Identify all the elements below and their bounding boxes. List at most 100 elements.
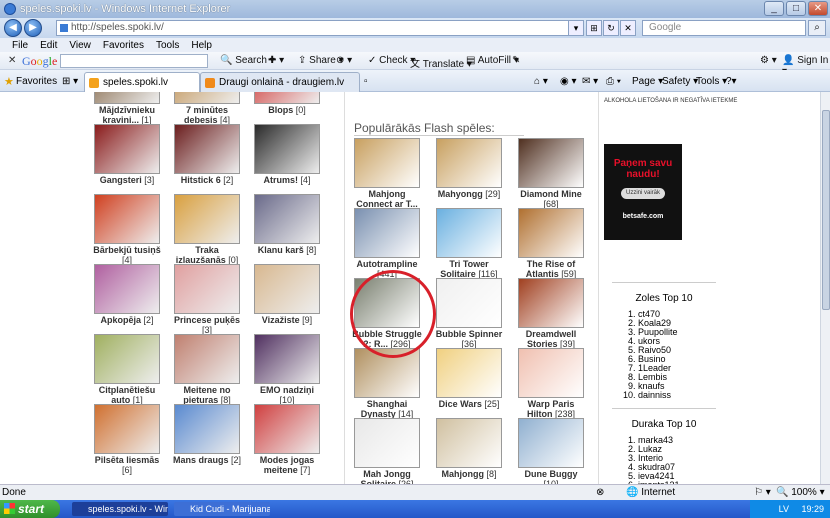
game-label[interactable]: Atrums! [4] <box>252 175 322 185</box>
game-thumbnail[interactable] <box>254 404 320 454</box>
game-label[interactable]: Mājdzīvnieku kravini... [1] <box>92 105 162 125</box>
search-input[interactable]: Google <box>642 20 806 36</box>
game-thumbnail[interactable] <box>254 194 320 244</box>
game-label[interactable]: Mah Jongg Solitaire [26] <box>352 469 422 484</box>
bookmark-plus-icon[interactable]: ✚ ▾ <box>268 55 284 66</box>
popular-game-tile[interactable]: The Rise of Atlantis [59] <box>516 208 586 279</box>
game-label[interactable]: Warp Paris Hilton [238] <box>516 399 586 419</box>
game-label[interactable]: Citplanētiešu auto [1] <box>92 385 162 405</box>
game-tile[interactable]: Bārbekjū tusiņš [4] <box>92 194 162 265</box>
game-label[interactable]: EMO nadziņi [10] <box>252 385 322 405</box>
tab-speles[interactable]: speles.spoki.lv <box>84 72 200 92</box>
safety-menu[interactable]: Safety ▾ <box>662 76 698 87</box>
betsafe-ad[interactable]: Paņem savu naudu! Uzzini vairāk betsafe.… <box>604 144 682 240</box>
game-thumbnail[interactable] <box>254 92 320 104</box>
task-ie[interactable]: speles.spoki.lv - Wind... <box>72 502 168 516</box>
game-label[interactable]: Gangsteri [3] <box>92 175 162 185</box>
game-thumbnail[interactable] <box>436 138 502 188</box>
menu-file[interactable]: File <box>12 40 28 51</box>
menu-edit[interactable]: Edit <box>40 40 57 51</box>
game-thumbnail[interactable] <box>354 138 420 188</box>
game-tile[interactable]: Princese puķēs [3] <box>172 264 242 335</box>
tab-draugiem[interactable]: Draugi onlainā - draugiem.lv <box>200 72 360 92</box>
game-label[interactable]: Traka izlauzšanās [0] <box>172 245 242 265</box>
popular-game-tile[interactable]: Dune Buggy [10] <box>516 418 586 484</box>
wrench-icon[interactable]: ⚙ ▾ <box>760 55 777 66</box>
google-search-input[interactable] <box>60 54 208 68</box>
popup-blocker-icon[interactable]: ⊘ ▾ <box>336 55 352 66</box>
game-label[interactable]: Mahjong Connect ar T... <box>352 189 422 209</box>
refresh-icon[interactable]: ↻ <box>603 20 619 36</box>
language-indicator[interactable]: LV <box>779 504 789 514</box>
game-thumbnail[interactable] <box>518 138 584 188</box>
game-tile[interactable]: Hitstick 6 [2] <box>172 124 242 185</box>
game-thumbnail[interactable] <box>354 418 420 468</box>
game-thumbnail[interactable] <box>254 264 320 314</box>
popular-game-tile[interactable]: Mahyongg [29] <box>434 138 504 199</box>
game-thumbnail[interactable] <box>174 264 240 314</box>
game-thumbnail[interactable] <box>174 334 240 384</box>
game-thumbnail[interactable] <box>436 208 502 258</box>
back-button[interactable]: ◀ <box>4 19 22 37</box>
game-label[interactable]: Mahyongg [29] <box>434 189 504 199</box>
game-thumbnail[interactable] <box>94 92 160 104</box>
game-label[interactable]: Dice Wars [25] <box>434 399 504 409</box>
zoom-level[interactable]: 🔍 100% ▾ <box>776 487 825 498</box>
menu-help[interactable]: Help <box>191 40 212 51</box>
close-button[interactable]: ✕ <box>808 1 828 16</box>
game-thumbnail[interactable] <box>254 334 320 384</box>
game-thumbnail[interactable] <box>94 124 160 174</box>
popular-game-tile[interactable]: Mahjong Connect ar T... <box>352 138 422 209</box>
google-search-button[interactable]: 🔍 Search ▾ <box>220 55 275 66</box>
minimize-button[interactable]: _ <box>764 1 784 16</box>
task-media[interactable]: Kid Cudi - Marijuana.... <box>174 502 270 516</box>
game-thumbnail[interactable] <box>174 194 240 244</box>
game-thumbnail[interactable] <box>436 348 502 398</box>
start-button[interactable]: start <box>0 500 60 518</box>
game-label[interactable]: Bubble Spinner [36] <box>434 329 504 349</box>
game-thumbnail[interactable] <box>94 194 160 244</box>
forward-button[interactable]: ▶ <box>24 19 42 37</box>
home-icon[interactable]: ⌂ ▾ <box>534 76 548 87</box>
popular-game-tile[interactable]: Dice Wars [25] <box>434 348 504 409</box>
search-icon[interactable]: ⌕ <box>808 20 826 36</box>
game-label[interactable]: Mahjongg [8] <box>434 469 504 479</box>
game-tile[interactable]: Apkopēja [2] <box>92 264 162 325</box>
close-toolbar-icon[interactable]: ✕ <box>8 55 16 66</box>
game-label[interactable]: Tri Tower Solitaire [116] <box>434 259 504 279</box>
game-thumbnail[interactable] <box>354 208 420 258</box>
game-tile[interactable]: EMO nadziņi [10] <box>252 334 322 405</box>
game-thumbnail[interactable] <box>518 208 584 258</box>
game-label[interactable]: Meitene no pieturas [8] <box>172 385 242 405</box>
game-label[interactable]: Blops [0] <box>252 105 322 115</box>
game-label[interactable]: Diamond Mine [68] <box>516 189 586 209</box>
game-tile[interactable]: Gangsteri [3] <box>92 124 162 185</box>
game-tile[interactable]: Modes jogas meitene [7] <box>252 404 322 475</box>
scroll-thumb[interactable] <box>822 110 830 310</box>
game-label[interactable]: The Rise of Atlantis [59] <box>516 259 586 279</box>
game-thumbnail[interactable] <box>94 404 160 454</box>
new-tab-icon[interactable]: ▫ <box>364 76 368 87</box>
game-tile[interactable]: Blops [0] <box>252 92 322 115</box>
game-thumbnail[interactable] <box>174 92 240 104</box>
game-label[interactable]: Modes jogas meitene [7] <box>252 455 322 475</box>
popular-game-tile[interactable]: Mah Jongg Solitaire [26] <box>352 418 422 484</box>
game-tile[interactable]: Pilsēta liesmās [6] <box>92 404 162 475</box>
popular-game-tile[interactable]: Autotrampline [441] <box>352 208 422 279</box>
game-thumbnail[interactable] <box>436 418 502 468</box>
favorites-star-icon[interactable]: ★ <box>4 75 14 88</box>
feeds-icon[interactable]: ◉ ▾ <box>560 76 577 87</box>
popular-game-tile[interactable]: Shanghai Dynasty [14] <box>352 348 422 419</box>
game-thumbnail[interactable] <box>94 264 160 314</box>
game-tile[interactable]: Vizažiste [9] <box>252 264 322 325</box>
page-menu[interactable]: Page ▾ <box>632 76 663 87</box>
game-thumbnail[interactable] <box>518 348 584 398</box>
game-tile[interactable]: 7 minūtes debesis [4] <box>172 92 242 125</box>
print-icon[interactable]: ⎙ ▾ <box>606 76 621 87</box>
game-label[interactable]: Pilsēta liesmās [6] <box>92 455 162 475</box>
quick-tabs-icon[interactable]: ⊞ ▾ <box>62 76 78 87</box>
check-button[interactable]: ✓ Check ▾ <box>368 55 415 66</box>
game-label[interactable]: Bārbekjū tusiņš [4] <box>92 245 162 265</box>
game-label[interactable]: Princese puķēs [3] <box>172 315 242 335</box>
player-list-item[interactable]: dainniss <box>638 391 716 400</box>
